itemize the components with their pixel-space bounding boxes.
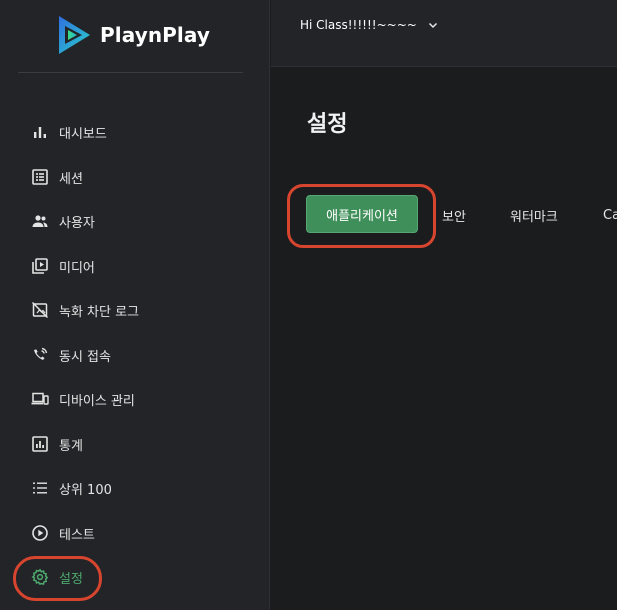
devices-icon [28,387,52,411]
sidebar: PlaynPlay 대시보드 세션 사용자 미디어 녹화 차단 로그 동시 접속… [0,0,270,610]
tab-watermark[interactable]: 워터마크 [510,197,558,233]
sidebar-item-concurrent-access[interactable]: 동시 접속 [28,340,258,370]
sidebar-item-label: 테스트 [59,527,95,543]
playnplay-logo-icon [59,16,90,54]
page-title: 설정 [307,112,348,137]
people-icon [28,209,52,233]
sidebar-item-sessions[interactable]: 세션 [28,162,258,192]
top-bar: Hi Class!!!!!!~~~~ [271,0,617,67]
brand-name: PlaynPlay [100,23,211,47]
sidebar-item-label: 디바이스 관리 [59,393,135,409]
sidebar-item-label: 세션 [59,171,83,187]
bar-chart-icon [28,120,52,144]
sidebar-item-label: 대시보드 [59,126,107,142]
wifi-calling-icon [28,343,52,367]
chevron-down-icon [428,22,437,29]
sidebar-item-dashboard[interactable]: 대시보드 [28,117,258,147]
greeting-text: Hi Class!!!!!!~~~~ [300,18,417,32]
sidebar-item-users[interactable]: 사용자 [28,206,258,236]
sidebar-item-statistics[interactable]: 통계 [28,429,258,459]
tab-ca[interactable]: Ca [603,197,617,233]
sidebar-item-label: 통계 [59,438,83,454]
sidebar-item-device-management[interactable]: 디바이스 관리 [28,384,258,414]
sidebar-item-label: 상위 100 [59,482,112,498]
play-circle-icon [28,521,52,545]
analytics-icon [28,432,52,456]
list-numbered-icon [28,476,52,500]
sidebar-item-media[interactable]: 미디어 [28,251,258,281]
sidebar-item-recording-block-log[interactable]: 녹화 차단 로그 [28,295,258,325]
highlight-annotation [287,184,436,248]
list-alt-icon [28,165,52,189]
sidebar-item-label: 미디어 [59,260,95,276]
highlight-annotation [13,556,102,601]
video-library-icon [28,254,52,278]
divider [18,72,243,73]
main-content: 설정 애플리케이션 보안 워터마크 Ca [271,68,617,610]
sidebar-item-label: 녹화 차단 로그 [59,304,140,320]
sidebar-item-label: 동시 접속 [59,349,111,365]
no-video-icon [28,298,52,322]
sidebar-item-test[interactable]: 테스트 [28,518,258,548]
sidebar-item-label: 사용자 [59,215,95,231]
tab-security[interactable]: 보안 [442,197,466,233]
account-menu[interactable]: Hi Class!!!!!!~~~~ [300,18,439,32]
sidebar-item-top-100[interactable]: 상위 100 [28,473,258,503]
brand-logo[interactable]: PlaynPlay [56,15,210,55]
